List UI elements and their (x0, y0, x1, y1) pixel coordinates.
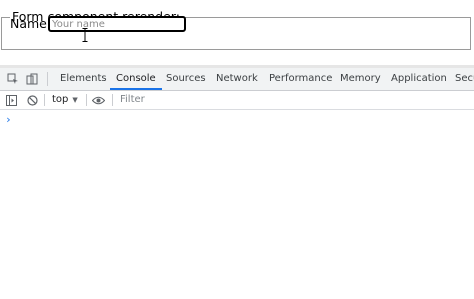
eye-icon[interactable] (91, 93, 105, 107)
name-label: Name (10, 16, 47, 31)
tab-application[interactable]: Application (391, 68, 447, 90)
tabbar-separator (47, 72, 48, 86)
caret-down-icon: ▼ (72, 96, 78, 104)
filter-input[interactable] (118, 92, 322, 107)
device-toolbar-icon[interactable] (25, 72, 39, 86)
context-selector[interactable]: top ▼ (52, 93, 78, 107)
toolbar-separator (112, 94, 113, 106)
text-cursor-icon (82, 28, 88, 42)
tab-console[interactable]: Console (110, 68, 162, 90)
context-selector-label: top (52, 94, 69, 105)
console-prompt-icon: › (5, 113, 12, 126)
tab-network[interactable]: Network (216, 68, 258, 90)
toolbar-separator (44, 94, 45, 106)
sidebar-toggle-icon[interactable] (5, 93, 17, 107)
devtools-panel: Elements Console Sources Network Perform… (0, 68, 474, 299)
devtools-tabbar: Elements Console Sources Network Perform… (0, 68, 474, 91)
tab-elements[interactable]: Elements (60, 68, 107, 90)
toolbar-separator (86, 94, 87, 106)
tab-sources[interactable]: Sources (166, 68, 206, 90)
tab-security[interactable]: Secu (455, 68, 474, 90)
console-output[interactable]: › (0, 110, 474, 299)
name-input[interactable] (48, 16, 186, 32)
tab-memory[interactable]: Memory (340, 68, 381, 90)
page-content: Form component rerender: Name (0, 0, 474, 68)
console-toolbar: top ▼ (0, 91, 474, 110)
clear-console-icon[interactable] (26, 93, 38, 107)
tab-performance[interactable]: Performance (269, 68, 332, 90)
inspect-element-icon[interactable] (6, 72, 20, 86)
